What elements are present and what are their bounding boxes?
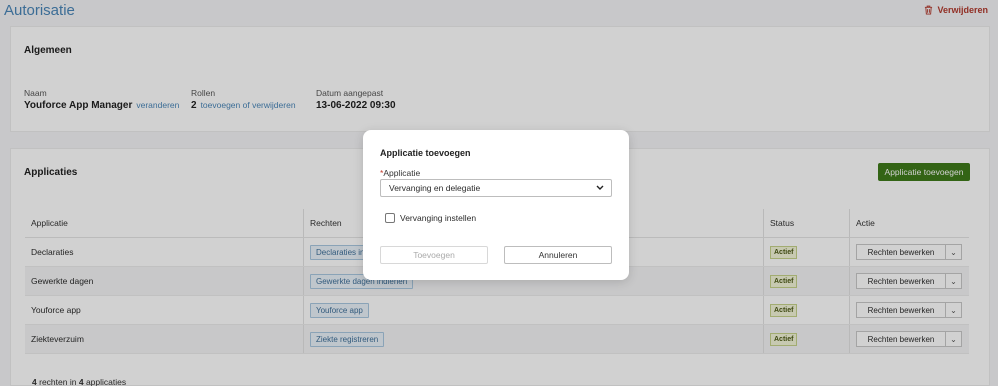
substitution-checkbox-label: Vervanging instellen (400, 213, 477, 223)
chevron-down-icon (596, 185, 604, 190)
application-select-value: Vervanging en delegatie (389, 183, 481, 193)
dialog-title: Applicatie toevoegen (380, 148, 471, 158)
application-field-label: *Applicatie (380, 168, 421, 178)
substitution-checkbox-row[interactable]: Vervanging instellen (385, 213, 476, 223)
application-select[interactable]: Vervanging en delegatie (380, 179, 612, 197)
add-button[interactable]: Toevoegen (380, 246, 488, 264)
add-application-dialog: Applicatie toevoegen *Applicatie Vervang… (363, 130, 629, 280)
substitution-checkbox[interactable] (385, 213, 395, 223)
cancel-button[interactable]: Annuleren (504, 246, 612, 264)
